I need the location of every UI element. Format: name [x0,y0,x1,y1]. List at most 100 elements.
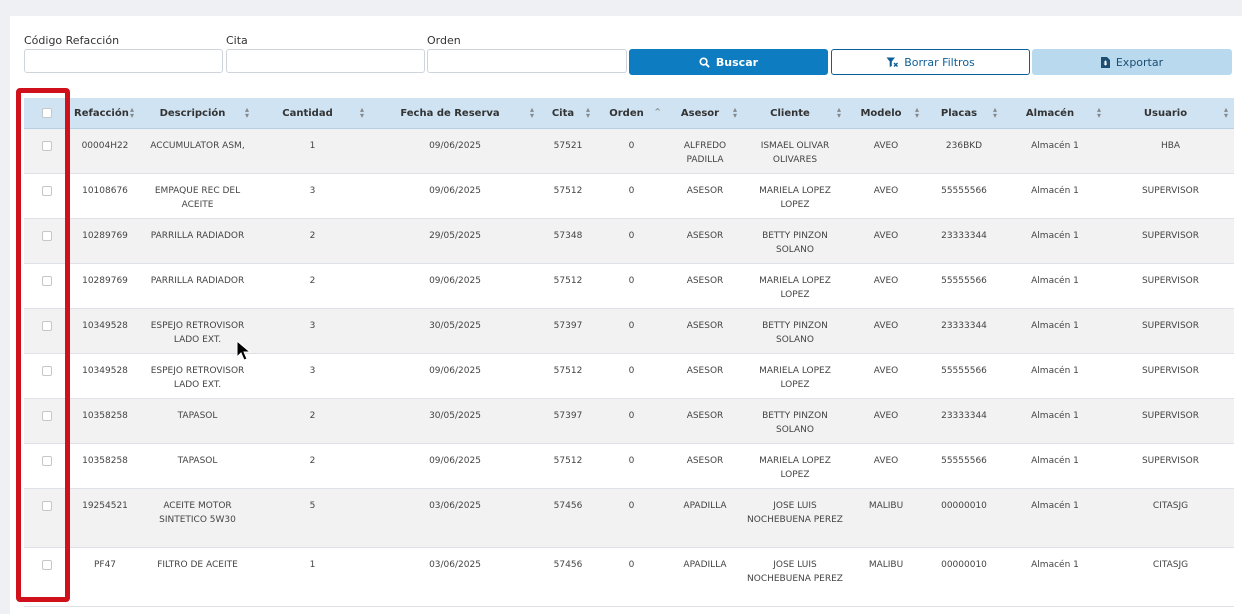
sort-icon: ▴ ▾ [359,105,364,120]
cell-refaccion: 10358258 [70,443,140,489]
cell-almacen: Almacén 1 [1003,308,1107,354]
row-select-cell [24,173,70,219]
column-header-almacen[interactable]: Almacén ▴ ▾ [1003,98,1107,129]
column-header-modelo[interactable]: Modelo ▴ ▾ [847,98,925,129]
cell-modelo: MALIBU [847,488,925,548]
select-all-checkbox[interactable] [42,107,52,118]
codigo-refaccion-input[interactable] [24,49,223,73]
table-row[interactable]: 00004H22 ACCUMULATOR ASM, 1 09/06/2025 57521… [24,128,1234,174]
row-checkbox[interactable] [42,501,52,511]
row-checkbox[interactable] [42,186,52,196]
cell-modelo: AVEO [847,443,925,489]
row-checkbox[interactable] [42,276,52,286]
cell-refaccion: 10289769 [70,263,140,309]
cell-placas: 55555566 [925,263,1003,309]
cell-cliente: ISMAEL OLIVAR OLIVARES [743,128,847,174]
cell-placas: 55555566 [925,443,1003,489]
cell-almacen: Almacén 1 [1003,488,1107,548]
cell-almacen: Almacén 1 [1003,218,1107,264]
column-header-placas[interactable]: Placas ▴ ▾ [925,98,1003,129]
row-checkbox[interactable] [42,411,52,421]
cell-usuario: SUPERVISOR [1107,263,1234,309]
cell-placas: 55555566 [925,353,1003,399]
cell-descripcion: PARRILLA RADIADOR [140,218,255,264]
row-checkbox[interactable] [42,141,52,151]
row-checkbox[interactable] [42,456,52,466]
codigo-refaccion-label: Código Refacción [24,34,120,47]
cell-cita: 57512 [540,173,596,219]
cell-cantidad: 3 [255,173,370,219]
cell-almacen: Almacén 1 [1003,263,1107,309]
column-header-descripcion[interactable]: Descripción ▴ ▾ [140,98,255,129]
cell-cliente: BETTY PINZON SOLANO [743,308,847,354]
table-row[interactable]: 10108676 EMPAQUE REC DEL ACEITE 3 09/06/202… [24,173,1234,219]
cell-cliente: JOSE LUIS NOCHEBUENA PEREZ [743,547,847,607]
cell-asesor: ASESOR [667,263,743,309]
sort-icon: ▴ ▾ [914,105,919,120]
table-row[interactable]: 10289769 PARRILLA RADIADOR 2 29/05/2025 5734… [24,218,1234,264]
table-header-row: Refacción ▴ ▾ Descripción ▴ ▾ Cantidad ▴ ▾ Fec… [24,98,1234,129]
row-select-cell [24,308,70,354]
table-row[interactable]: PF47 FILTRO DE ACEITE 1 03/06/2025 57456 0 APA… [24,547,1234,607]
cell-fecha: 09/06/2025 [370,173,540,219]
cell-cantidad: 1 [255,547,370,607]
table-row[interactable]: 10349528 ESPEJO RETROVISOR LADO EXT. 3 09/0… [24,353,1234,399]
cell-orden: 0 [596,173,667,219]
cell-asesor: ASESOR [667,398,743,444]
column-header-usuario[interactable]: Usuario ▴ ▾ [1107,98,1234,129]
cell-usuario: HBA [1107,128,1234,174]
cell-modelo: AVEO [847,263,925,309]
orden-label: Orden [427,34,461,47]
row-checkbox[interactable] [42,231,52,241]
cell-orden: 0 [596,398,667,444]
row-checkbox[interactable] [42,366,52,376]
sort-icon: ▴ ▾ [732,105,737,120]
cell-orden: 0 [596,308,667,354]
select-all-header [24,98,70,129]
table-row[interactable]: 19254521 ACEITE MOTOR SINTETICO 5W30 5 03/0… [24,488,1234,548]
column-header-cliente[interactable]: Cliente ▴ ▾ [743,98,847,129]
exportar-button[interactable]: Exportar [1032,49,1232,75]
cell-modelo: AVEO [847,308,925,354]
table-row[interactable]: 10349528 ESPEJO RETROVISOR LADO EXT. 3 30/0… [24,308,1234,354]
column-header-fecha-reserva[interactable]: Fecha de Reserva ▴ ▾ [370,98,540,129]
orden-input[interactable] [427,49,627,73]
cell-almacen: Almacén 1 [1003,128,1107,174]
row-select-cell [24,547,70,607]
cell-cantidad: 3 [255,353,370,399]
row-select-cell [24,218,70,264]
cell-descripcion: FILTRO DE ACEITE [140,547,255,607]
cell-refaccion: 10358258 [70,398,140,444]
cell-asesor: ASESOR [667,353,743,399]
cell-descripcion: PARRILLA RADIADOR [140,263,255,309]
cita-input[interactable] [226,49,425,73]
cell-descripcion: EMPAQUE REC DEL ACEITE [140,173,255,219]
cell-almacen: Almacén 1 [1003,443,1107,489]
cell-orden: 0 [596,218,667,264]
buscar-button[interactable]: Buscar [629,49,828,75]
column-header-cantidad[interactable]: Cantidad ▴ ▾ [255,98,370,129]
sort-icon: ▴ ▾ [836,105,841,120]
sort-asc-icon: ^ [654,107,661,116]
cell-fecha: 03/06/2025 [370,547,540,607]
exportar-label: Exportar [1115,55,1164,69]
cell-cita: 57512 [540,353,596,399]
row-checkbox[interactable] [42,560,52,570]
table-row[interactable]: 10358258 TAPASOL 2 30/05/2025 57397 0 ASESOR BE… [24,398,1234,444]
cell-descripcion: ACCUMULATOR ASM, [140,128,255,174]
cell-cliente: MARIELA LOPEZ LOPEZ [743,443,847,489]
borrar-filtros-button[interactable]: Borrar Filtros [831,49,1030,75]
cell-almacen: Almacén 1 [1003,547,1107,607]
cell-refaccion: 10349528 [70,353,140,399]
cell-cliente: BETTY PINZON SOLANO [743,398,847,444]
column-header-refaccion[interactable]: Refacción ▴ ▾ [70,98,140,129]
column-header-orden[interactable]: Orden ^ [596,98,667,129]
cell-almacen: Almacén 1 [1003,353,1107,399]
column-header-asesor[interactable]: Asesor ▴ ▾ [667,98,743,129]
row-checkbox[interactable] [42,321,52,331]
column-header-cita[interactable]: Cita ▴ ▾ [540,98,596,129]
table-row[interactable]: 10289769 PARRILLA RADIADOR 2 09/06/2025 5751… [24,263,1234,309]
cell-cantidad: 1 [255,128,370,174]
cell-cantidad: 5 [255,488,370,548]
table-row[interactable]: 10358258 TAPASOL 2 09/06/2025 57512 0 ASESOR MA… [24,443,1234,489]
